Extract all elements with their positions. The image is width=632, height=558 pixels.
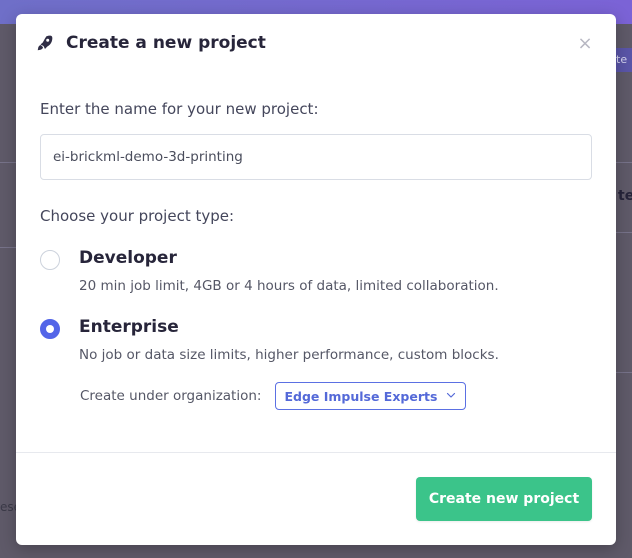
create-project-button[interactable]: Create new project xyxy=(416,477,592,521)
footer-divider xyxy=(16,452,616,453)
chevron-down-icon xyxy=(445,389,457,404)
background-divider xyxy=(0,162,16,163)
background-heading-fragment: ter xyxy=(618,188,632,204)
developer-description: 20 min job limit, 4GB or 4 hours of data… xyxy=(79,278,499,294)
developer-radio[interactable] xyxy=(40,250,60,270)
modal-title: Create a new project xyxy=(66,33,266,53)
enterprise-description: No job or data size limits, higher perfo… xyxy=(79,347,499,363)
modal-header: Create a new project × xyxy=(16,14,616,72)
project-name-input[interactable] xyxy=(40,134,592,180)
developer-title: Developer xyxy=(79,248,177,268)
rocket-icon xyxy=(36,34,54,52)
background-divider xyxy=(616,232,632,233)
organization-row: Create under organization: Edge Impulse … xyxy=(80,382,592,410)
modal-body: Enter the name for your new project: Cho… xyxy=(16,72,616,410)
enterprise-radio[interactable] xyxy=(40,319,60,339)
organization-select[interactable]: Edge Impulse Experts xyxy=(275,382,467,410)
close-icon[interactable]: × xyxy=(576,33,594,54)
project-name-label: Enter the name for your new project: xyxy=(40,100,319,118)
background-text-fragment: ese xyxy=(0,500,16,514)
background-divider xyxy=(616,162,632,163)
background-divider xyxy=(0,247,16,248)
organization-label: Create under organization: xyxy=(80,388,262,404)
project-type-label: Choose your project type: xyxy=(40,207,235,225)
create-project-modal: Create a new project × Enter the name fo… xyxy=(16,14,616,545)
enterprise-option-content: Enterprise No job or data size limits, h… xyxy=(79,313,499,364)
organization-value: Edge Impulse Experts xyxy=(284,388,438,404)
developer-option-content: Developer 20 min job limit, 4GB or 4 hou… xyxy=(79,244,499,295)
project-type-enterprise[interactable]: Enterprise No job or data size limits, h… xyxy=(40,313,592,364)
project-type-developer[interactable]: Developer 20 min job limit, 4GB or 4 hou… xyxy=(40,244,592,295)
background-divider xyxy=(616,372,632,373)
enterprise-title: Enterprise xyxy=(79,317,179,337)
